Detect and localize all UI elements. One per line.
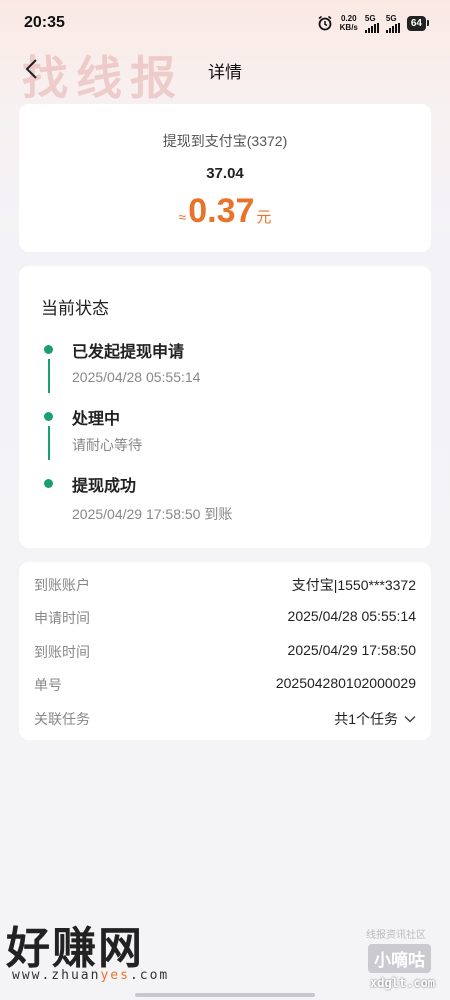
nav-bar: 详情 (0, 46, 450, 92)
info-value: 支付宝|1550***3372 (291, 577, 416, 593)
status-bar: 20:35 0.20 KB/s 5G 5G 64 (0, 0, 450, 46)
status-heading: 当前状态 (41, 299, 109, 318)
signal-icon (364, 22, 379, 33)
related-tasks-toggle[interactable]: 共1个任务 (334, 709, 416, 729)
chevron-down-icon (404, 715, 416, 723)
info-label: 单号 (34, 677, 62, 693)
info-value: 2025/04/29 17:58:50 (287, 642, 416, 658)
info-row-apply-time: 申请时间 2025/04/28 05:55:14 (19, 600, 431, 634)
sim1-label: 5G (364, 13, 376, 23)
info-value: 2025/04/28 05:55:14 (287, 608, 416, 624)
approx-symbol: ≈ (178, 209, 187, 225)
info-row-account: 到账账户 支付宝|1550***3372 (19, 567, 431, 601)
sim2-label: 5G (385, 13, 397, 23)
home-indicator[interactable] (135, 993, 315, 997)
info-label: 到账时间 (34, 644, 90, 660)
sim1-signal: 5G (364, 13, 379, 33)
step-title: 处理中 (72, 411, 121, 428)
step-dot-icon (44, 479, 53, 488)
net-speed: 0.20 KB/s (340, 14, 358, 32)
watermark-bottom-logo: 好赚网 (6, 923, 144, 974)
step-connector (48, 359, 50, 393)
alarm-icon (318, 15, 332, 31)
status-card: 当前状态 已发起提现申请 2025/04/28 05:55:14 处理中 请耐心… (19, 266, 431, 548)
info-card: 到账账户 支付宝|1550***3372 申请时间 2025/04/28 05:… (19, 562, 431, 740)
step-connector (48, 426, 50, 460)
net-speed-unit: KB/s (339, 23, 358, 32)
info-row-related-tasks[interactable]: 关联任务 共1个任务 (19, 701, 431, 735)
info-label: 申请时间 (34, 610, 90, 626)
sim2-signal: 5G (385, 13, 400, 33)
withdraw-target: 提现到支付宝(3372) (162, 133, 288, 149)
page-title: 详情 (208, 63, 242, 82)
step-dot-icon (44, 345, 53, 354)
info-label: 到账账户 (34, 577, 90, 593)
step-detail: 2025/04/28 05:55:14 (72, 369, 201, 385)
watermark-url-part: www.zhuan (12, 968, 101, 983)
step-title: 已发起提现申请 (72, 344, 185, 361)
final-amount: ≈0.37 元 (19, 192, 431, 231)
related-tasks-count: 共1个任务 (334, 711, 398, 727)
watermark-url-part: .com (129, 968, 170, 983)
watermark-url-highlight: yes (100, 968, 130, 983)
info-row-arrive-time: 到账时间 2025/04/29 17:58:50 (19, 634, 431, 668)
watermark-bottom-url: www.zhuanyes.com (12, 968, 169, 983)
final-amount-unit: 元 (256, 209, 272, 226)
watermark-right-url: xdglt.com (370, 976, 436, 990)
original-amount: 37.04 (206, 165, 244, 182)
info-value: 202504280102000029 (275, 675, 416, 691)
step-detail: 请耐心等待 (72, 437, 142, 453)
watermark-right-logo: 小嘀咕 (368, 944, 431, 973)
status-icons: 0.20 KB/s 5G 5G 64 (317, 13, 430, 33)
info-row-order-number: 单号 202504280102000029 (19, 667, 431, 701)
final-amount-value: 0.37 (188, 192, 255, 230)
amount-card: 提现到支付宝(3372) 37.04 ≈0.37 元 (19, 104, 431, 252)
signal-icon (385, 22, 400, 33)
status-time: 20:35 (24, 14, 65, 31)
watermark-right-caption: 线报资讯社区 (366, 930, 426, 941)
battery-icon: 64 (406, 15, 430, 31)
info-label: 关联任务 (34, 711, 90, 727)
step-title: 提现成功 (72, 478, 137, 495)
step-detail: 2025/04/29 17:58:50 到账 (72, 506, 233, 522)
step-dot-icon (44, 412, 53, 421)
net-speed-value: 0.20 (340, 14, 357, 23)
